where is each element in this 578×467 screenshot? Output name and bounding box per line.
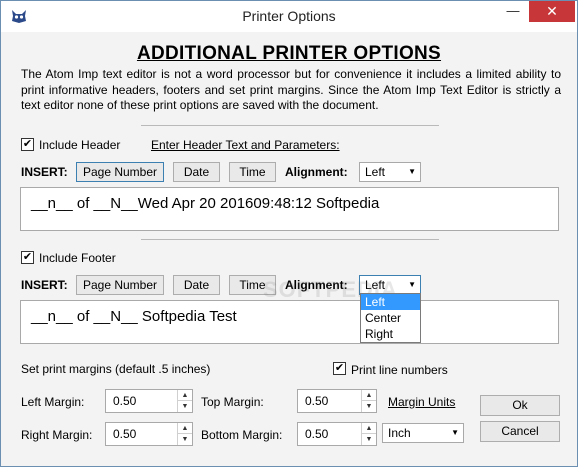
include-header-checkbox[interactable]: ✔ [21,138,34,151]
chevron-down-icon: ▼ [408,167,416,176]
top-margin-value: 0.50 [305,394,329,408]
top-margin-label: Top Margin: [201,395,264,409]
footer-date-button[interactable]: Date [173,275,220,295]
chevron-up-icon[interactable]: ▲ [178,390,192,401]
header-text-field[interactable]: __n__ of __N__Wed Apr 20 201609:48:12 So… [20,187,559,231]
header-alignment-label: Alignment: [285,165,348,179]
margin-units-select[interactable]: Inch ▼ [382,423,464,443]
right-margin-input[interactable]: 0.50 ▲ ▼ [105,422,193,446]
margins-heading: Set print margins (default .5 inches) [21,362,211,376]
top-margin-stepper[interactable]: ▲ ▼ [361,390,376,412]
ok-button[interactable]: Ok [480,395,560,416]
bottom-margin-value: 0.50 [305,427,329,441]
left-margin-value: 0.50 [113,394,137,408]
chevron-down-icon: ▼ [451,428,459,437]
header-insert-label: INSERT: [21,165,68,179]
chevron-up-icon[interactable]: ▲ [178,423,192,434]
header-time-button[interactable]: Time [229,162,276,182]
window-title: Printer Options [242,8,336,24]
minimize-button[interactable]: — [499,1,527,22]
include-footer-checkbox[interactable]: ✔ [21,251,34,264]
divider [141,125,439,126]
right-margin-stepper[interactable]: ▲ ▼ [177,423,192,445]
include-footer-label: Include Footer [39,251,116,265]
header-alignment-select[interactable]: Left ▼ [359,162,421,182]
alignment-option-right[interactable]: Right [361,326,420,342]
print-line-numbers-checkbox[interactable]: ✔ [333,362,346,375]
right-margin-label: Right Margin: [21,428,93,442]
footer-text-field[interactable]: __n__ of __N__ Softpedia Test [20,300,559,344]
margin-units-link[interactable]: Margin Units [388,395,455,409]
intro-text: The Atom Imp text editor is not a word p… [21,67,561,112]
divider [141,239,439,240]
left-margin-input[interactable]: 0.50 ▲ ▼ [105,389,193,413]
chevron-down-icon: ▼ [408,280,416,289]
bottom-margin-label: Bottom Margin: [201,428,283,442]
cancel-button[interactable]: Cancel [480,421,560,442]
footer-insert-label: INSERT: [21,278,68,292]
chevron-up-icon[interactable]: ▲ [362,423,376,434]
header-alignment-value: Left [365,165,386,179]
print-line-numbers-label: Print line numbers [351,363,448,377]
alignment-option-center[interactable]: Center [361,310,420,326]
left-margin-stepper[interactable]: ▲ ▼ [177,390,192,412]
page-title: ADDITIONAL PRINTER OPTIONS [136,43,442,64]
left-margin-label: Left Margin: [21,395,85,409]
alignment-option-left[interactable]: Left [361,294,420,310]
include-header-label: Include Header [39,138,121,152]
bottom-margin-stepper[interactable]: ▲ ▼ [361,423,376,445]
header-parameters-link[interactable]: Enter Header Text and Parameters: [151,138,340,152]
chevron-down-icon[interactable]: ▼ [178,401,192,412]
header-date-button[interactable]: Date [173,162,220,182]
footer-alignment-dropdown: Left Center Right [360,293,421,343]
printer-options-window: Printer Options — ✕ ADDITIONAL PRINTER O… [0,0,578,467]
close-button[interactable]: ✕ [529,1,575,22]
chevron-down-icon[interactable]: ▼ [362,434,376,445]
top-margin-input[interactable]: 0.50 ▲ ▼ [297,389,377,413]
chevron-down-icon[interactable]: ▼ [178,434,192,445]
footer-page-number-button[interactable]: Page Number [76,275,164,295]
chevron-down-icon[interactable]: ▼ [362,401,376,412]
margin-units-value: Inch [388,426,411,440]
bottom-margin-input[interactable]: 0.50 ▲ ▼ [297,422,377,446]
right-margin-value: 0.50 [113,427,137,441]
header-page-number-button[interactable]: Page Number [76,162,164,182]
title-bar: Printer Options — ✕ [1,1,577,32]
chevron-up-icon[interactable]: ▲ [362,390,376,401]
